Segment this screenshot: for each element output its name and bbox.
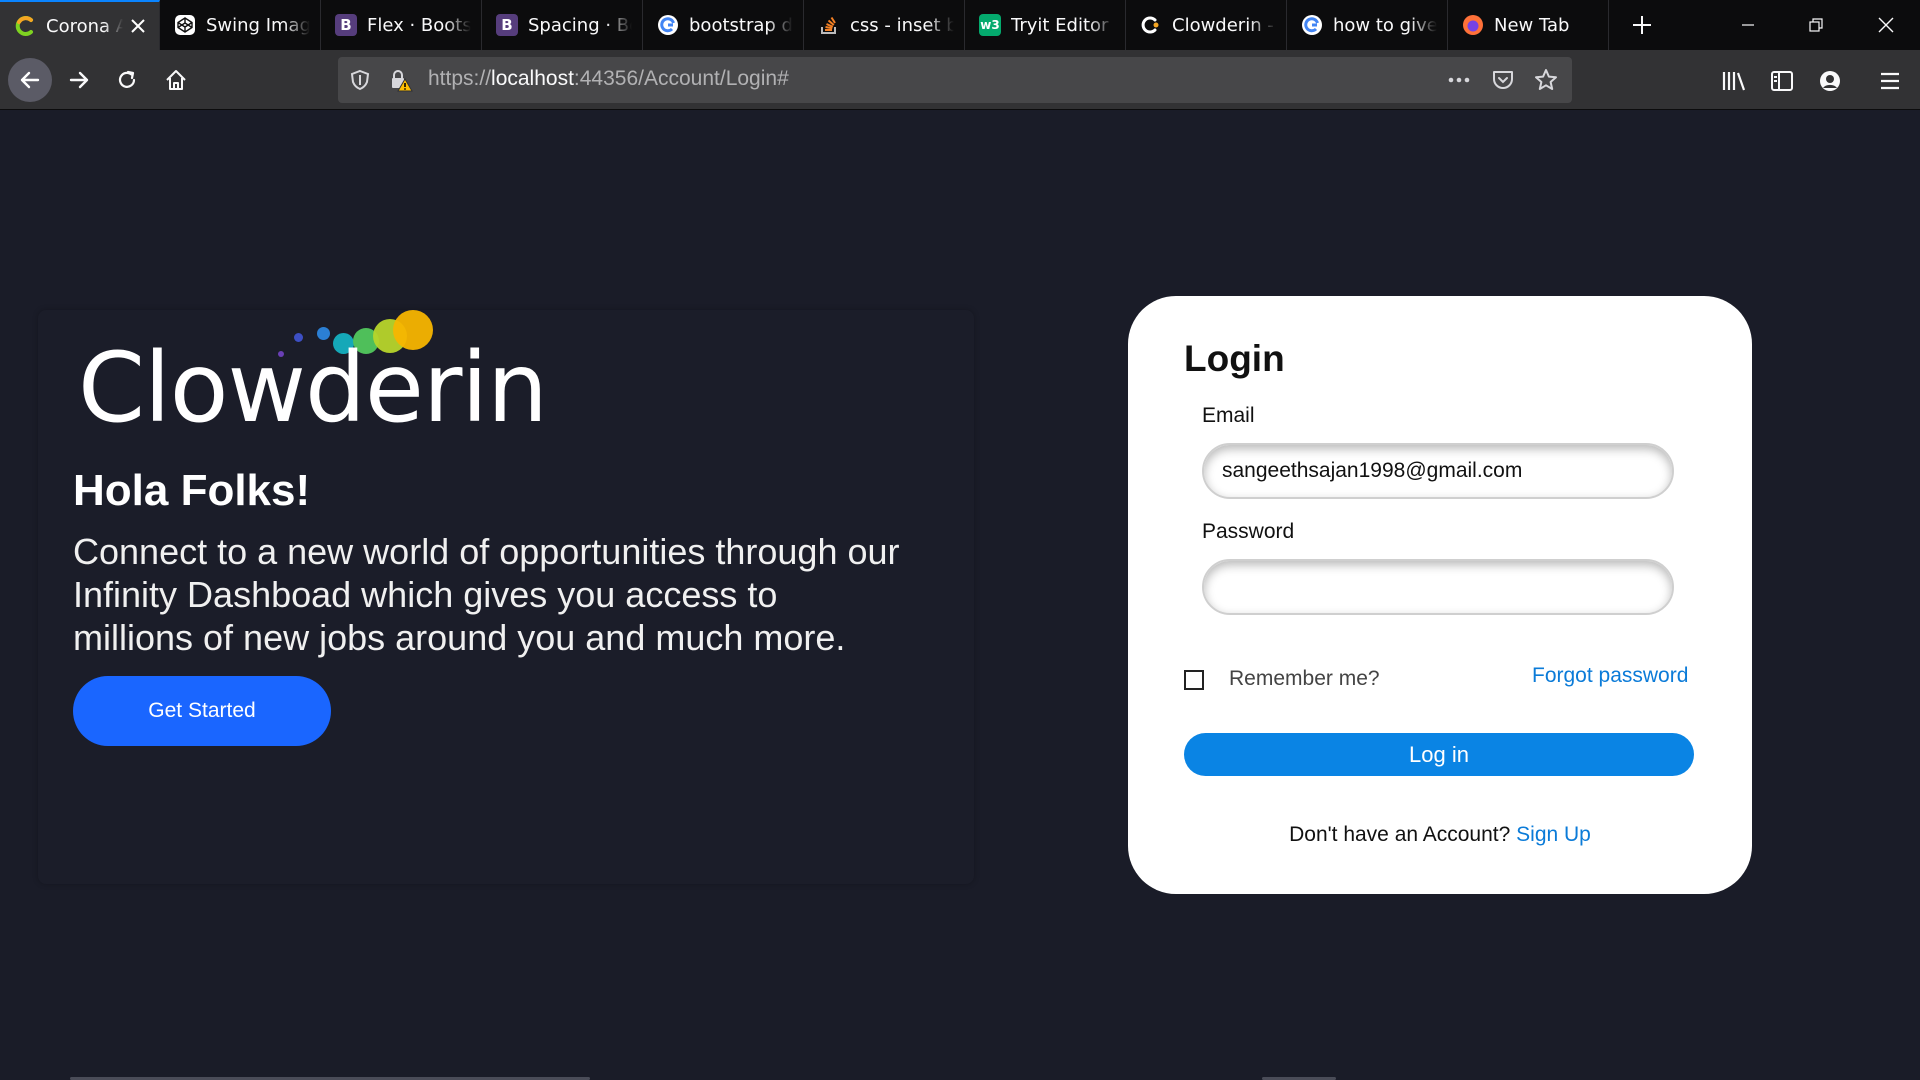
hero-description: Connect to a new world of opportunities … xyxy=(73,531,900,658)
password-label: Password xyxy=(1202,520,1295,543)
close-window-button[interactable] xyxy=(1852,0,1920,50)
login-title: Login xyxy=(1184,338,1285,379)
tab-title: bootstrap d xyxy=(689,14,793,36)
tab-title: Corona Admin xyxy=(46,15,123,37)
tab-title: New Tab xyxy=(1494,14,1570,36)
bootstrap-icon: B xyxy=(496,14,518,36)
tab-swing-image[interactable]: Swing Image xyxy=(160,0,321,50)
tab-title: css - inset bo xyxy=(850,14,954,36)
minimize-icon xyxy=(1742,24,1754,26)
tab-spacing-bootstrap[interactable]: B Spacing · Bootstrap xyxy=(482,0,643,50)
arrow-right-icon xyxy=(69,71,89,89)
bookmark-star-icon[interactable] xyxy=(1533,67,1559,93)
tab-strip: Corona Admin Swing Image B Flex · Bootst… xyxy=(0,0,1920,50)
home-icon xyxy=(166,70,186,90)
menu-icon[interactable] xyxy=(1877,68,1903,94)
reload-button[interactable] xyxy=(105,58,149,102)
tracking-shield-icon[interactable] xyxy=(348,68,372,92)
tab-flex-bootstrap[interactable]: B Flex · Bootstrap xyxy=(321,0,482,50)
pocket-icon[interactable] xyxy=(1490,67,1516,93)
sign-up-link[interactable]: Sign Up xyxy=(1516,823,1591,846)
remember-me-label[interactable]: Remember me? xyxy=(1229,667,1380,691)
google-icon xyxy=(1301,14,1323,36)
forward-button[interactable] xyxy=(57,58,101,102)
login-card: Login Email Password Remember me? Forgot… xyxy=(1128,296,1752,894)
signup-prompt: Don't have an Account? xyxy=(1289,823,1511,846)
plus-icon xyxy=(1633,16,1651,34)
close-icon xyxy=(1878,17,1894,33)
hero-title: Hola Folks! xyxy=(73,466,311,515)
sidebar-toggle-icon[interactable] xyxy=(1769,68,1795,94)
clowderin-logo: Clowderin xyxy=(78,308,548,440)
email-label: Email xyxy=(1202,404,1255,427)
bootstrap-icon: B xyxy=(335,14,357,36)
restore-button[interactable] xyxy=(1782,0,1850,50)
tab-title: Clowderin - xyxy=(1172,14,1274,36)
remember-me-checkbox[interactable] xyxy=(1184,670,1204,690)
tab-tryit-editor[interactable]: w3 Tryit Editor v xyxy=(965,0,1126,50)
minimize-button[interactable] xyxy=(1714,0,1782,50)
clowderin-c-icon xyxy=(14,15,36,37)
url-path: :44356/Account/Login# xyxy=(573,67,789,90)
google-icon xyxy=(657,14,679,36)
tab-new-tab[interactable]: New Tab xyxy=(1448,0,1609,50)
password-field[interactable] xyxy=(1202,559,1674,615)
close-icon[interactable] xyxy=(127,15,149,37)
restore-icon xyxy=(1809,18,1823,32)
navigation-toolbar: https://localhost:44356/Account/Login# xyxy=(0,50,1920,110)
tab-title: Flex · Bootstrap xyxy=(367,14,471,36)
tab-bootstrap-search[interactable]: bootstrap d xyxy=(643,0,804,50)
page-actions-icon[interactable] xyxy=(1446,68,1472,92)
logo-wordmark: Clowderin xyxy=(78,332,548,444)
tab-clowderin[interactable]: Clowderin - xyxy=(1126,0,1287,50)
url-host: localhost xyxy=(491,67,574,90)
address-bar[interactable]: https://localhost:44356/Account/Login# xyxy=(338,57,1572,103)
firefox-icon xyxy=(1462,14,1484,36)
tab-title: Spacing · Bootstrap xyxy=(528,14,632,36)
clowderin-icon xyxy=(1140,14,1162,36)
log-in-button[interactable]: Log in xyxy=(1184,733,1694,776)
back-button[interactable] xyxy=(8,58,52,102)
w3schools-icon: w3 xyxy=(979,14,1001,36)
url-scheme: https:// xyxy=(428,67,492,90)
forgot-password-link[interactable]: Forgot password xyxy=(1532,664,1688,688)
library-icon[interactable] xyxy=(1721,68,1749,94)
tab-title: Tryit Editor v xyxy=(1011,14,1115,36)
reload-icon xyxy=(118,70,136,88)
stackoverflow-icon xyxy=(818,14,840,36)
url-text[interactable]: https://localhost:44356/Account/Login# xyxy=(428,67,789,91)
tab-corona-admin[interactable]: Corona Admin xyxy=(0,0,160,50)
account-icon[interactable] xyxy=(1817,68,1843,94)
codepen-icon xyxy=(174,14,196,36)
insecure-lock-icon[interactable] xyxy=(388,67,414,93)
home-button[interactable] xyxy=(154,58,198,102)
tab-title: how to give xyxy=(1333,14,1437,36)
new-tab-button[interactable] xyxy=(1617,0,1667,50)
email-field[interactable] xyxy=(1202,443,1674,499)
tab-how-to-give[interactable]: how to give xyxy=(1287,0,1448,50)
tab-css-inset[interactable]: css - inset bo xyxy=(804,0,965,50)
signup-row: Don't have an Account? Sign Up xyxy=(1128,823,1752,847)
get-started-button[interactable]: Get Started xyxy=(73,676,331,746)
arrow-left-icon xyxy=(20,71,40,89)
tab-title: Swing Image xyxy=(206,14,310,36)
